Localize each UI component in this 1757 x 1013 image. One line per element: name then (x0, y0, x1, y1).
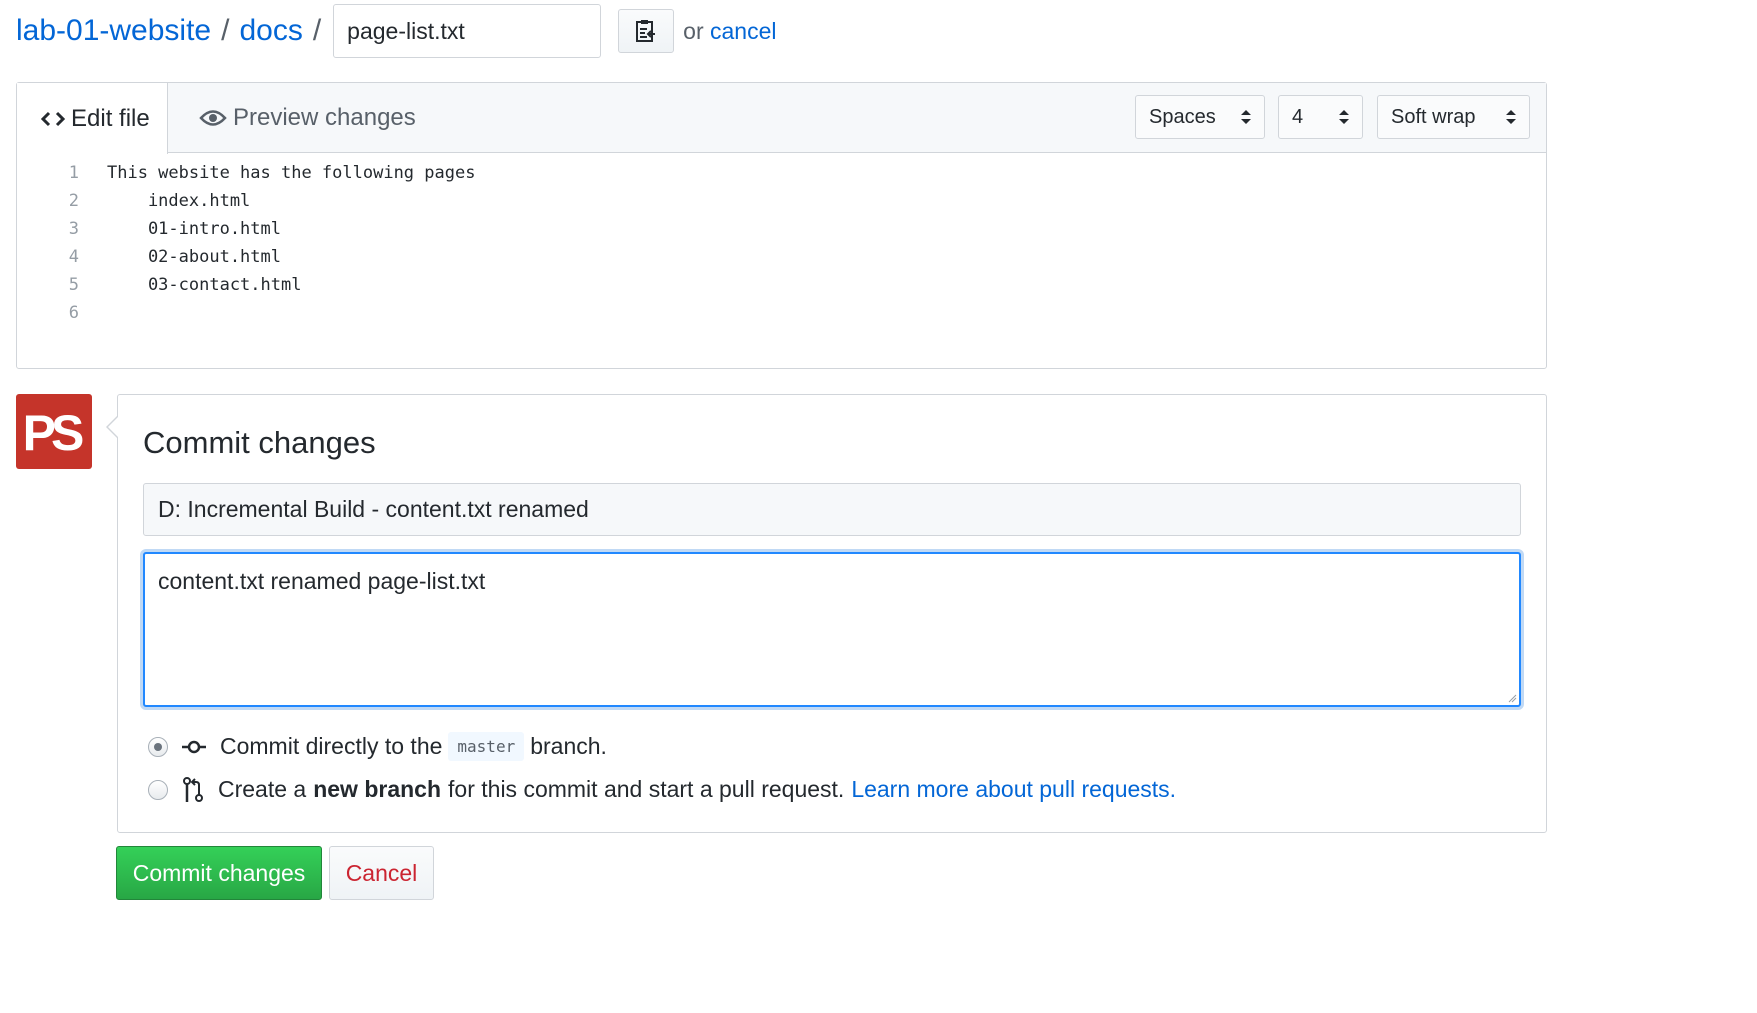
line-number: 4 (68, 247, 79, 267)
breadcrumb-separator: / (221, 14, 230, 47)
new-branch-option[interactable]: Create a new branch for this commit and … (148, 776, 1176, 803)
tab-preview-changes[interactable]: Preview changes (199, 83, 416, 153)
or-label: or (683, 17, 704, 44)
line-number: 1 (68, 163, 79, 183)
select-caret-icon (1240, 108, 1252, 126)
select-caret-icon (1338, 108, 1350, 126)
commit-changes-button[interactable]: Commit changes (116, 846, 322, 900)
learn-more-pull-requests-link[interactable]: Learn more about pull requests. (851, 776, 1176, 803)
folder-link[interactable]: docs (239, 14, 302, 48)
code-area[interactable]: 1 This website has the following pages 2… (17, 159, 1546, 327)
new-branch-suffix: for this commit and start a pull request… (448, 776, 845, 802)
code-icon (41, 110, 65, 128)
commit-summary-input[interactable]: D: Incremental Build - content.txt renam… (143, 483, 1521, 536)
new-branch-prefix: Create a (218, 776, 307, 802)
new-branch-bold: new branch (313, 776, 442, 802)
copy-path-button[interactable] (618, 9, 675, 53)
tab-preview-label: Preview changes (233, 104, 416, 131)
code-line[interactable]: 2 index.html (17, 187, 1546, 215)
cancel-link[interactable]: cancel (710, 18, 776, 44)
eye-icon (199, 109, 227, 127)
clipboard-icon (636, 20, 656, 42)
line-number: 2 (68, 191, 79, 211)
code-line[interactable]: 3 01-intro.html (17, 215, 1546, 243)
code-line[interactable]: 4 02-about.html (17, 243, 1546, 271)
commit-description-value: content.txt renamed page-list.txt (158, 568, 486, 594)
indent-mode-select[interactable]: Spaces (1135, 95, 1265, 139)
branch-name: master (448, 732, 525, 761)
commit-direct-radio[interactable] (148, 736, 168, 757)
line-text[interactable]: 01-intro.html (107, 219, 281, 239)
or-cancel: or cancel (683, 18, 776, 45)
commit-direct-suffix: branch. (530, 733, 607, 759)
commit-description-textarea[interactable]: content.txt renamed page-list.txt (143, 552, 1521, 707)
git-commit-icon (182, 740, 206, 754)
indent-size-select[interactable]: 4 (1278, 95, 1363, 139)
breadcrumb-separator: / (312, 14, 322, 47)
line-text[interactable]: 03-contact.html (107, 275, 302, 295)
file-editor: Edit file Preview changes Spaces 4 Soft … (16, 82, 1547, 369)
repo-link[interactable]: lab-01-website (16, 14, 211, 48)
avatar: PS (16, 394, 92, 469)
indent-mode-value: Spaces (1149, 105, 1216, 128)
filename-input[interactable] (333, 4, 602, 58)
editor-toolbar: Edit file Preview changes Spaces 4 Soft … (17, 83, 1546, 154)
line-number: 6 (68, 303, 79, 323)
wrap-mode-value: Soft wrap (1391, 105, 1476, 128)
pull-request-icon (182, 776, 204, 803)
select-caret-icon (1505, 108, 1517, 126)
indent-size-value: 4 (1292, 105, 1304, 128)
resize-grip-icon[interactable] (1508, 694, 1517, 703)
avatar-letters: PS (22, 404, 85, 461)
code-line[interactable]: 5 03-contact.html (17, 271, 1546, 299)
code-line[interactable]: 6 (17, 299, 1546, 327)
commit-direct-option[interactable]: Commit directly to the master branch. (148, 732, 607, 761)
commit-summary-value: D: Incremental Build - content.txt renam… (158, 496, 589, 522)
line-number: 5 (68, 275, 79, 295)
tab-edit-file[interactable]: Edit file (17, 83, 168, 154)
cancel-button[interactable]: Cancel (329, 846, 434, 900)
code-line[interactable]: 1 This website has the following pages (17, 159, 1546, 187)
line-text[interactable]: 02-about.html (107, 247, 281, 267)
commit-form: Commit changes D: Incremental Build - co… (106, 394, 1547, 833)
line-text[interactable]: index.html (107, 191, 250, 211)
breadcrumb: lab-01-website / docs / or cancel (16, 4, 777, 58)
line-number: 3 (68, 219, 79, 239)
wrap-mode-select[interactable]: Soft wrap (1377, 95, 1530, 139)
commit-direct-prefix: Commit directly to the (220, 733, 443, 759)
tab-edit-label: Edit file (71, 104, 150, 132)
speech-pointer-inner (108, 416, 119, 438)
new-branch-radio[interactable] (148, 779, 168, 800)
line-text[interactable]: This website has the following pages (107, 163, 475, 183)
commit-title: Commit changes (143, 425, 376, 460)
